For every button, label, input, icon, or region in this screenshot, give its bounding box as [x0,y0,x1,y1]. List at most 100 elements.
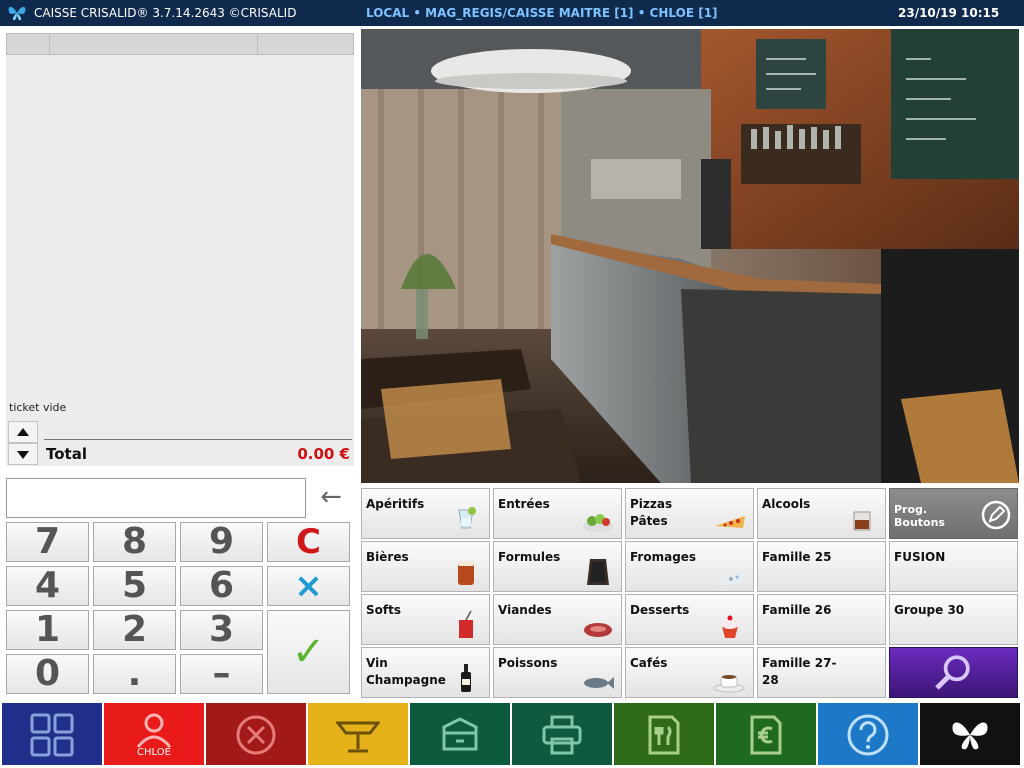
key-4[interactable]: 4 [6,566,89,606]
scroll-up-button[interactable] [8,421,38,443]
category-label: Cafés [630,656,668,670]
category-groupe-30[interactable]: Groupe 30 [889,594,1018,645]
ticket-panel: ticket vide Total 0.00 € [6,33,354,466]
category-label: Prog. Boutons [894,503,945,529]
category-label: FUSION [894,550,946,564]
printer-icon [542,715,582,755]
multiply-button[interactable]: × [267,566,350,606]
table-icon [336,721,380,753]
category-label: Viandes [498,603,552,617]
arrow-up-icon [17,428,29,436]
cancel-icon [236,715,276,755]
key-0[interactable]: 0 [6,654,89,694]
toolbar-print-button[interactable] [512,703,612,765]
magnifier-icon [935,655,970,690]
category-vin-champagne[interactable]: Vin Champagne [361,647,490,698]
key-2[interactable]: 2 [93,610,176,650]
category-formules[interactable]: Formules [493,541,622,592]
search-button[interactable] [889,647,1018,698]
category-label: Famille 27-28 [762,656,837,687]
cocktail-icon [458,507,476,529]
whisky-icon [853,511,871,531]
category-label: Fromages [630,550,697,564]
scroll-down-button[interactable] [8,443,38,465]
toolbar-grid-button[interactable] [2,703,102,765]
category-label: Famille 26 [762,603,832,617]
column-divider [257,34,258,54]
toolbar-cancel-button[interactable] [206,703,306,765]
euro-receipt-icon [750,715,782,755]
help-icon [847,714,889,756]
category-aperitifs[interactable]: Apéritifs [361,488,490,539]
prog-buttons[interactable]: Prog. Boutons [889,488,1018,539]
key-minus[interactable]: – [180,654,263,694]
cupcake-icon [721,615,739,638]
coffee-cup-icon [713,675,745,693]
amount-input[interactable] [6,478,306,518]
wine-bottle-icon [461,664,471,692]
category-bieres[interactable]: Bières [361,541,490,592]
toolbar-cash-drawer-button[interactable] [410,703,510,765]
category-label: Poissons [498,656,558,670]
salad-icon [583,514,613,532]
toolbar-help-button[interactable] [818,703,918,765]
cheese-icon [717,571,743,585]
category-label: Formules [498,550,561,564]
category-label: Pizzas Pâtes [630,497,673,528]
category-entrees[interactable]: Entrées [493,488,622,539]
key-1[interactable]: 1 [6,610,89,650]
category-famille-25[interactable]: Famille 25 [757,541,886,592]
toolbar-payment-button[interactable] [716,703,816,765]
category-label: Alcools [762,497,811,511]
category-viandes[interactable]: Viandes [493,594,622,645]
category-cafes[interactable]: Cafés [625,647,754,698]
validate-button[interactable]: ✓ [267,610,350,694]
user-name: CHLOE [137,747,171,758]
category-desserts[interactable]: Desserts [625,594,754,645]
total-divider [44,439,352,440]
column-divider [49,34,50,54]
chalkboard-icon [587,559,609,585]
total-value: 0.00 € [297,445,350,463]
ticket-header [6,33,354,55]
clear-button[interactable]: C [267,522,350,562]
pizza-icon [715,516,745,528]
cash-drawer-icon [442,717,478,751]
category-famille-27-28[interactable]: Famille 27-28 [757,647,886,698]
key-3[interactable]: 3 [180,610,263,650]
key-8[interactable]: 8 [93,522,176,562]
date-time: 23/10/19 10:15 [898,6,1000,20]
category-pizzas-pates[interactable]: Pizzas Pâtes [625,488,754,539]
grid-icon [30,713,74,757]
category-softs[interactable]: Softs [361,594,490,645]
pencil-icon [981,500,1011,530]
title-bar: CAISSE CRISALID® 3.7.14.2643 ©CRISALID L… [0,0,1024,26]
toolbar-receipt-button[interactable] [614,703,714,765]
category-label: Famille 25 [762,550,832,564]
toolbar-user-button[interactable]: CHLOE [104,703,204,765]
user-icon [136,713,172,748]
session-context: LOCAL • MAG_REGIS/CAISSE MAITRE [1] • CH… [366,6,718,20]
toolbar-logo-button[interactable] [920,703,1020,765]
backspace-button[interactable]: ← [312,478,350,518]
key-decimal[interactable]: . [93,654,176,694]
category-alcools[interactable]: Alcools [757,488,886,539]
butterfly-logo-icon [8,6,26,21]
restaurant-photo [361,29,1019,483]
key-5[interactable]: 5 [93,566,176,606]
category-label: Desserts [630,603,690,617]
key-7[interactable]: 7 [6,522,89,562]
meat-icon [584,623,612,637]
category-famille-26[interactable]: Famille 26 [757,594,886,645]
category-label: Groupe 30 [894,603,965,617]
category-poissons[interactable]: Poissons [493,647,622,698]
backspace-icon: ← [320,482,342,512]
key-6[interactable]: 6 [180,566,263,606]
category-fromages[interactable]: Fromages [625,541,754,592]
category-fusion[interactable]: FUSION [889,541,1018,592]
category-label: Vin Champagne [366,656,446,687]
category-label: Softs [366,603,401,617]
key-9[interactable]: 9 [180,522,263,562]
beer-icon [458,561,474,585]
toolbar-table-button[interactable] [308,703,408,765]
